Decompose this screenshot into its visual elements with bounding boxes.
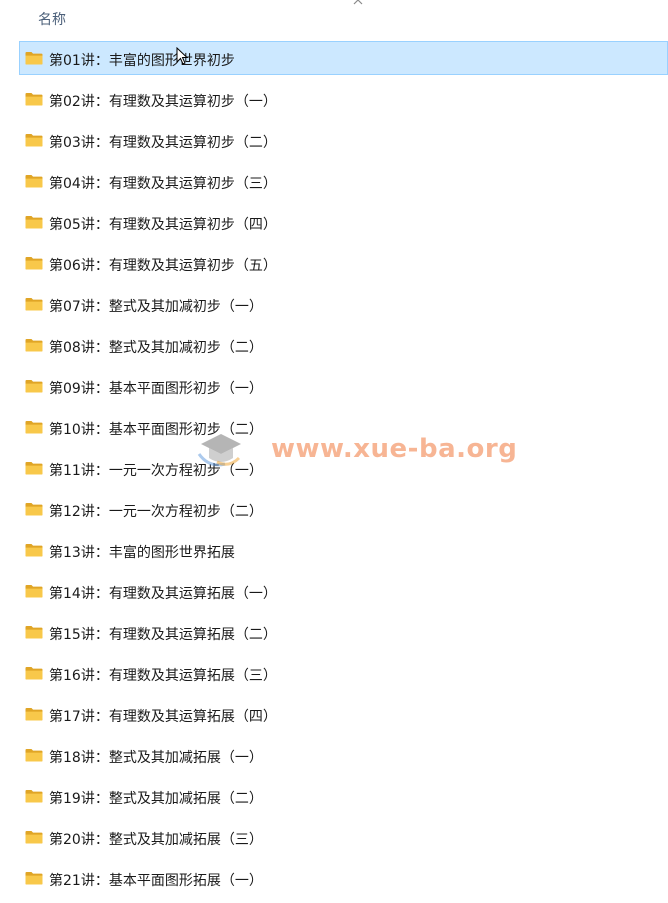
folder-row[interactable]: 第21讲：基本平面图形拓展（一） (19, 861, 668, 895)
folder-name: 第15讲：有理数及其运算拓展（二） (49, 627, 277, 643)
folder-icon (25, 132, 43, 147)
folder-name: 第05讲：有理数及其运算初步（四） (49, 217, 277, 233)
folder-name: 第02讲：有理数及其运算初步（一） (49, 94, 277, 110)
folder-icon (25, 91, 43, 106)
folder-row[interactable]: 第03讲：有理数及其运算初步（二） (19, 123, 668, 157)
folder-icon (25, 173, 43, 188)
folder-name: 第08讲：整式及其加减初步（二） (49, 340, 263, 356)
chevron-up-icon[interactable] (352, 0, 364, 8)
folder-icon (25, 747, 43, 762)
folder-row[interactable]: 第18讲：整式及其加减拓展（一） (19, 738, 668, 772)
folder-icon (25, 460, 43, 475)
folder-name: 第12讲：一元一次方程初步（二） (49, 504, 263, 520)
folder-icon (25, 829, 43, 844)
folder-name: 第11讲：一元一次方程初步（一） (49, 463, 263, 479)
folder-name: 第16讲：有理数及其运算拓展（三） (49, 668, 277, 684)
folder-name: 第14讲：有理数及其运算拓展（一） (49, 586, 277, 602)
folder-name: 第19讲：整式及其加减拓展（二） (49, 791, 263, 807)
file-explorer-pane: 名称 第01讲：丰富的图形世界初步第02讲：有理数及其运算初步（一） 第03讲：有… (0, 0, 668, 903)
folder-row[interactable]: 第19讲：整式及其加减拓展（二） (19, 779, 668, 813)
column-name-header[interactable]: 名称 (38, 9, 66, 29)
folder-row[interactable]: 第15讲：有理数及其运算拓展（二） (19, 615, 668, 649)
folder-icon (25, 296, 43, 311)
folder-icon (25, 255, 43, 270)
folder-row[interactable]: 第02讲：有理数及其运算初步（一） (19, 82, 668, 116)
folder-name: 第09讲：基本平面图形初步（一） (49, 381, 263, 397)
folder-icon (25, 583, 43, 598)
folder-row[interactable]: 第04讲：有理数及其运算初步（三） (19, 164, 668, 198)
mouse-cursor-icon (176, 47, 188, 65)
folder-icon (25, 624, 43, 639)
folder-icon (25, 214, 43, 229)
folder-row[interactable]: 第01讲：丰富的图形世界初步 (19, 41, 668, 75)
folder-name: 第20讲：整式及其加减拓展（三） (49, 832, 263, 848)
folder-icon (25, 665, 43, 680)
folder-icon (25, 50, 43, 65)
folder-name: 第17讲：有理数及其运算拓展（四） (49, 709, 277, 725)
folder-row[interactable]: 第07讲：整式及其加减初步（一） (19, 287, 668, 321)
folder-name: 第01讲：丰富的图形世界初步 (49, 53, 235, 69)
folder-row[interactable]: 第16讲：有理数及其运算拓展（三） (19, 656, 668, 690)
folder-row[interactable]: 第06讲：有理数及其运算初步（五） (19, 246, 668, 280)
folder-name: 第18讲：整式及其加减拓展（一） (49, 750, 263, 766)
column-header: 名称 (0, 0, 668, 36)
folder-row[interactable]: 第14讲：有理数及其运算拓展（一） (19, 574, 668, 608)
folder-row[interactable]: 第17讲：有理数及其运算拓展（四） (19, 697, 668, 731)
folder-icon (25, 337, 43, 352)
folder-icon (25, 542, 43, 557)
folder-row[interactable]: 第08讲：整式及其加减初步（二） (19, 328, 668, 362)
folder-name: 第06讲：有理数及其运算初步（五） (49, 258, 277, 274)
folder-icon (25, 501, 43, 516)
folder-row[interactable]: 第05讲：有理数及其运算初步（四） (19, 205, 668, 239)
folder-row[interactable]: 第13讲：丰富的图形世界拓展 (19, 533, 668, 567)
folder-row[interactable]: 第12讲：一元一次方程初步（二） (19, 492, 668, 526)
folder-name: 第04讲：有理数及其运算初步（三） (49, 176, 277, 192)
folder-row[interactable]: 第10讲：基本平面图形初步（二） (19, 410, 668, 444)
folder-row[interactable]: 第20讲：整式及其加减拓展（三） (19, 820, 668, 854)
folder-name: 第10讲：基本平面图形初步（二） (49, 422, 263, 438)
folder-row[interactable]: 第09讲：基本平面图形初步（一） (19, 369, 668, 403)
folder-name: 第13讲：丰富的图形世界拓展 (49, 545, 235, 561)
file-list: 第01讲：丰富的图形世界初步第02讲：有理数及其运算初步（一） 第03讲：有理数及… (19, 41, 668, 902)
folder-icon (25, 706, 43, 721)
folder-name: 第07讲：整式及其加减初步（一） (49, 299, 263, 315)
folder-icon (25, 419, 43, 434)
folder-icon (25, 378, 43, 393)
folder-icon (25, 870, 43, 885)
folder-name: 第03讲：有理数及其运算初步（二） (49, 135, 277, 151)
folder-icon (25, 788, 43, 803)
folder-row[interactable]: 第11讲：一元一次方程初步（一） (19, 451, 668, 485)
folder-name: 第21讲：基本平面图形拓展（一） (49, 873, 263, 889)
